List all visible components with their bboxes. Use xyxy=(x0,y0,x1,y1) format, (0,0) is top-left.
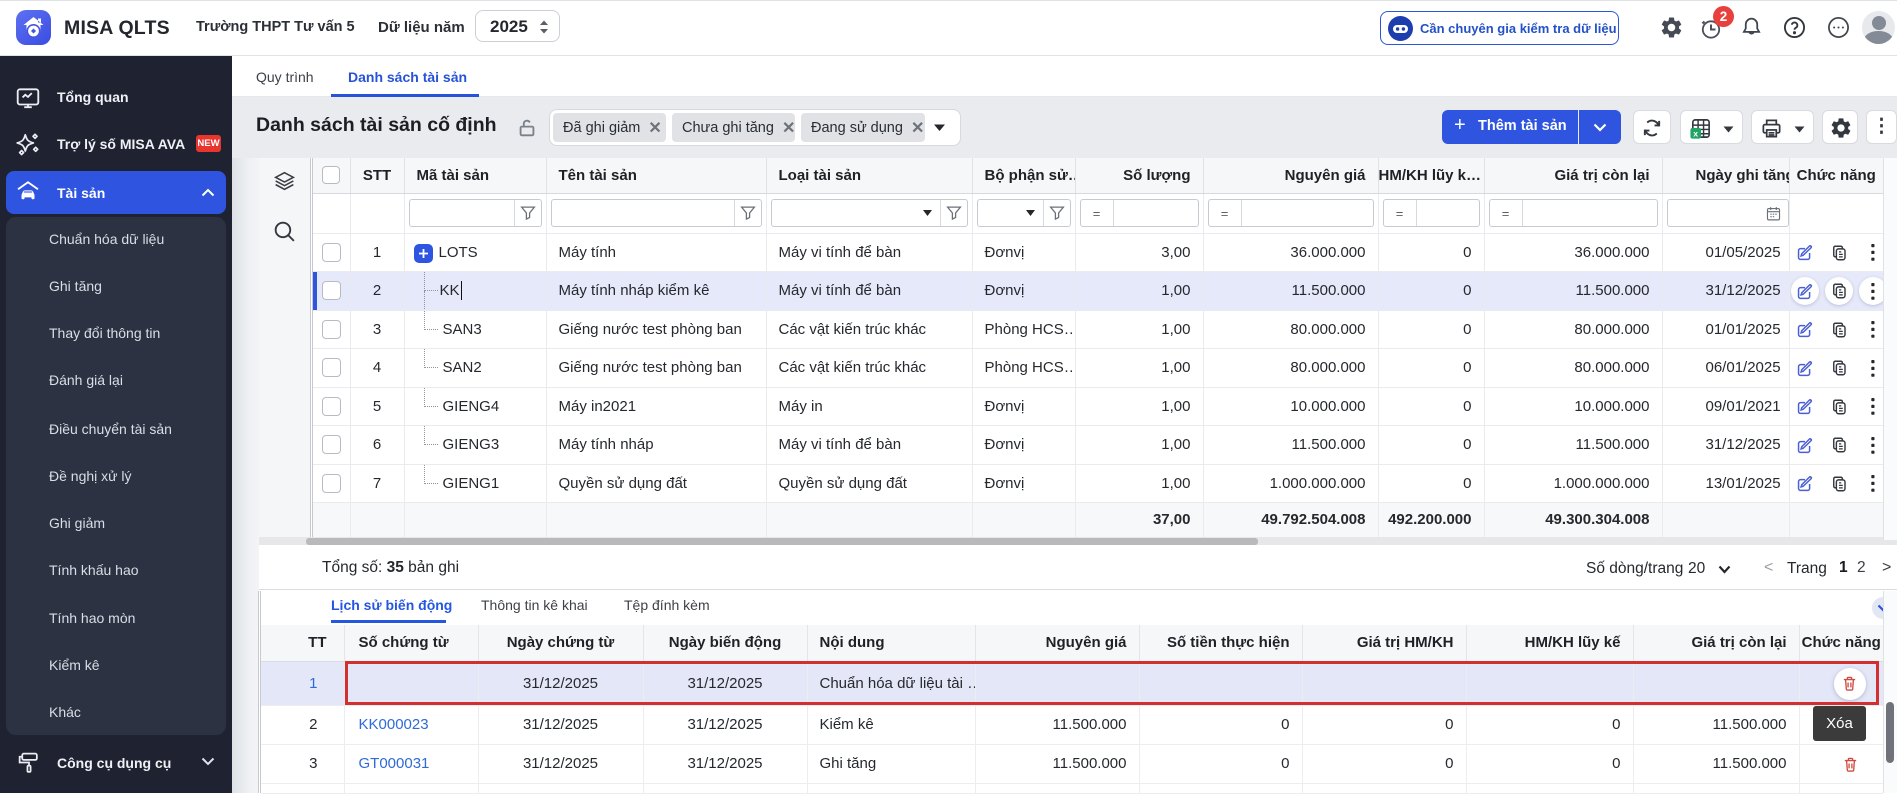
svg-text:x: x xyxy=(1693,129,1698,139)
